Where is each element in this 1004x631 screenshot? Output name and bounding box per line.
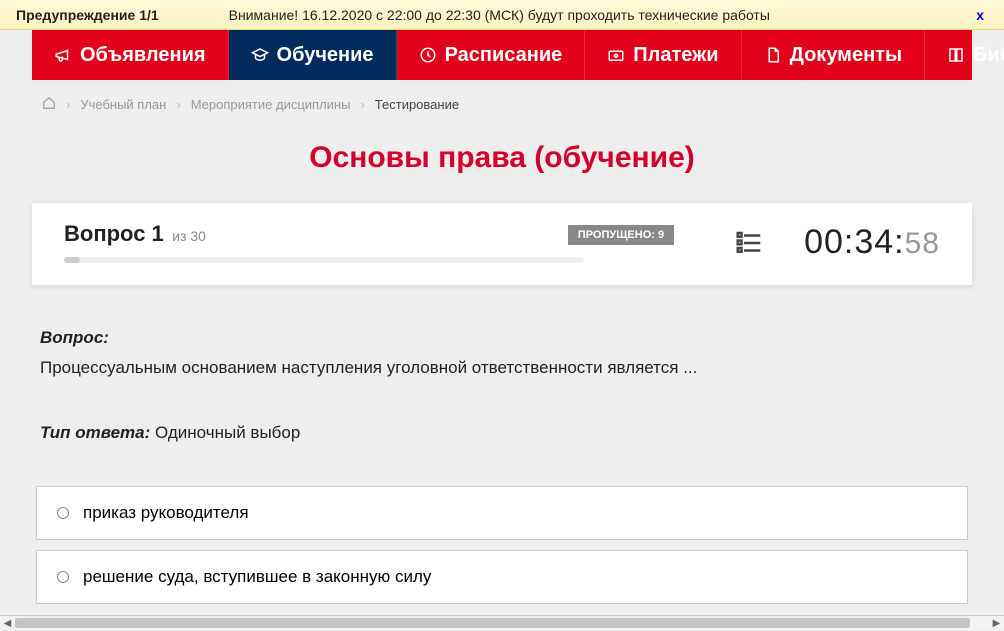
nav-label: Объявления — [80, 44, 206, 67]
money-icon — [607, 46, 625, 64]
answer-option[interactable]: приказ руководителя — [36, 486, 968, 540]
doc-icon — [764, 46, 782, 64]
nav-library[interactable]: Библиотека — [925, 30, 1004, 80]
alert-title: Предупреждение 1/1 — [16, 7, 159, 23]
timer-main: 00:34: — [804, 223, 905, 261]
horizontal-scrollbar[interactable]: ◀ ▶ — [0, 615, 1004, 630]
timer: 00:34:58 — [804, 223, 940, 262]
nav-label: Платежи — [633, 44, 718, 67]
book-icon — [947, 46, 965, 64]
nav-label: Обучение — [277, 44, 374, 67]
breadcrumb: › Учебный план › Мероприятие дисциплины … — [32, 80, 972, 123]
nav-label: Документы — [790, 44, 902, 67]
question-total: из 30 — [172, 228, 206, 244]
home-icon[interactable] — [42, 96, 56, 113]
scroll-right-icon[interactable]: ▶ — [989, 616, 1004, 631]
question-label: Вопрос: — [40, 325, 964, 351]
chevron-right-icon: › — [360, 97, 364, 112]
page-title: Основы права (обучение) — [32, 141, 972, 175]
question-block: Вопрос: Процессуальным основанием наступ… — [32, 285, 972, 466]
timer-seconds: 58 — [905, 227, 940, 260]
radio-icon[interactable] — [57, 507, 69, 519]
nav-learning[interactable]: Обучение — [229, 30, 397, 80]
nav-announcements[interactable]: Объявления — [32, 30, 229, 80]
progress-bar — [64, 257, 584, 263]
skipped-badge: ПРОПУЩЕНО: 9 — [568, 225, 674, 245]
question-list-icon[interactable] — [734, 228, 764, 256]
question-text: Процессуальным основанием наступления уг… — [40, 355, 964, 381]
chevron-right-icon: › — [176, 97, 180, 112]
answer-text: решение суда, вступившее в законную силу — [83, 567, 431, 587]
megaphone-icon — [54, 46, 72, 64]
clock-icon — [419, 46, 437, 64]
answer-text: приказ руководителя — [83, 503, 249, 523]
alert-message: Внимание! 16.12.2020 с 22:00 до 22:30 (М… — [229, 7, 973, 23]
answer-list: приказ руководителя решение суда, вступи… — [32, 466, 972, 616]
answer-type: Одиночный выбор — [155, 423, 300, 442]
nav-label: Расписание — [445, 44, 563, 67]
nav-label: Библиотека — [973, 44, 1004, 67]
breadcrumb-current: Тестирование — [375, 97, 459, 112]
nav-documents[interactable]: Документы — [742, 30, 925, 80]
status-panel: Вопрос 1 из 30 ПРОПУЩЕНО: 9 00:34:58 — [32, 203, 972, 285]
main-nav: Объявления Обучение Расписание Платежи Д… — [32, 30, 972, 80]
breadcrumb-link[interactable]: Учебный план — [80, 97, 166, 112]
answer-option[interactable]: решение суда, вступившее в законную силу — [36, 550, 968, 604]
scroll-left-icon[interactable]: ◀ — [0, 616, 15, 631]
chevron-right-icon: › — [66, 97, 70, 112]
grad-cap-icon — [251, 46, 269, 64]
alert-bar: Предупреждение 1/1 Внимание! 16.12.2020 … — [0, 0, 1004, 30]
answer-type-label: Тип ответа: — [40, 423, 150, 442]
radio-icon[interactable] — [57, 571, 69, 583]
close-icon[interactable]: x — [972, 7, 988, 23]
breadcrumb-link[interactable]: Мероприятие дисциплины — [191, 97, 351, 112]
nav-schedule[interactable]: Расписание — [397, 30, 586, 80]
scroll-thumb[interactable] — [15, 618, 970, 628]
question-number: Вопрос 1 — [64, 221, 164, 246]
nav-payments[interactable]: Платежи — [585, 30, 741, 80]
